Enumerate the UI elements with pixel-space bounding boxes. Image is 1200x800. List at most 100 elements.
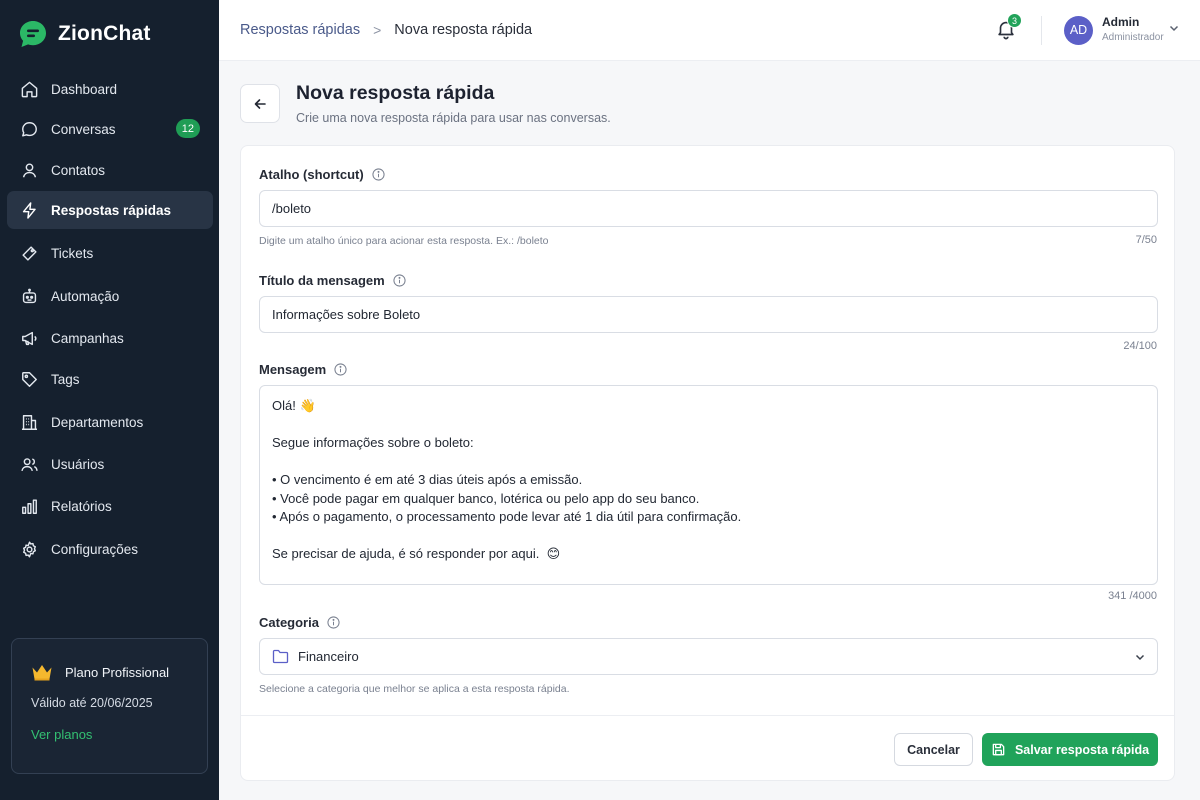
page-subtitle: Crie uma nova resposta rápida para usar … <box>296 111 611 125</box>
view-plans-link[interactable]: Ver planos <box>31 727 92 742</box>
sidebar-item-label: Respostas rápidas <box>51 202 172 218</box>
avatar: AD <box>1064 15 1093 45</box>
message-label: Mensagem <box>259 362 347 377</box>
robot-icon <box>22 288 37 303</box>
cancel-button[interactable]: Cancelar <box>894 733 973 766</box>
message-line: • Após o pagamento, o processamento pode… <box>272 509 742 524</box>
sidebar-item-label: Contatos <box>51 162 106 178</box>
chevron-down-icon <box>1169 25 1179 32</box>
message-line <box>272 416 1145 435</box>
user-info: Admin Administrador <box>1102 15 1164 45</box>
user-menu[interactable]: AD Admin Administrador <box>1064 15 1179 45</box>
sidebar-item-label: Configurações <box>51 541 139 557</box>
brand-name: ZionChat <box>58 22 151 45</box>
shortcut-hint: Digite um atalho único para acionar esta… <box>259 235 549 247</box>
sidebar-item-campanhas[interactable]: Campanhas <box>7 319 213 357</box>
sidebar-item-automacao[interactable]: Automação <box>7 277 213 315</box>
sidebar-item-label: Usuários <box>51 456 105 472</box>
header-divider <box>1041 16 1042 45</box>
sidebar-item-tickets[interactable]: Tickets <box>7 234 213 272</box>
message-line: Segue informações sobre o boleto: <box>272 435 474 450</box>
breadcrumb: Respostas rápidas > Nova resposta rápida <box>240 22 532 38</box>
title-label-text: Título da mensagem <box>259 273 385 288</box>
breadcrumb-parent-link[interactable]: Respostas rápidas <box>240 22 360 38</box>
back-button[interactable] <box>240 84 280 123</box>
save-button[interactable]: Salvar resposta rápida <box>982 733 1158 766</box>
shortcut-input[interactable]: /boleto <box>259 190 1158 227</box>
message-line: • Você pode pagar em qualquer banco, lot… <box>272 490 700 506</box>
category-hint: Selecione a categoria que melhor se apli… <box>259 683 570 695</box>
plan-card: Plano Profissional Válido até 20/06/2025… <box>11 638 208 774</box>
sidebar-item-label: Tickets <box>51 245 94 261</box>
message-label-text: Mensagem <box>259 362 327 377</box>
sidebar-item-label: Tags <box>51 371 80 387</box>
message-line: • O vencimento é em até 3 dias úteis apó… <box>272 472 583 487</box>
sidebar-item-label: Campanhas <box>51 330 124 346</box>
message-counter: 341 /4000 <box>1108 590 1157 602</box>
users-icon <box>21 457 38 471</box>
megaphone-icon <box>22 331 37 345</box>
gear-icon <box>23 541 36 557</box>
notifications-button[interactable]: 3 <box>995 13 1022 42</box>
plan-header: Plano Profissional <box>31 663 169 681</box>
save-icon <box>992 743 1005 756</box>
info-icon[interactable] <box>334 363 347 376</box>
unread-badge: 12 <box>175 119 200 138</box>
tag-icon <box>22 371 37 387</box>
save-button-label: Salvar resposta rápida <box>1014 742 1150 757</box>
sidebar-item-label: Automação <box>51 288 120 304</box>
sidebar-item-contatos[interactable]: Contatos <box>7 151 213 189</box>
category-select[interactable]: Financeiro <box>259 638 1158 675</box>
sidebar-item-usuarios[interactable]: Usuários <box>7 445 213 483</box>
breadcrumb-separator: > <box>373 22 382 38</box>
title-value: Informações sobre Boleto <box>272 307 421 322</box>
sidebar-item-label: Dashboard <box>51 81 118 97</box>
sidebar-item-conversas[interactable]: Conversas 12 <box>7 110 213 148</box>
info-icon[interactable] <box>372 168 385 181</box>
sidebar-item-departamentos[interactable]: Departamentos <box>7 403 213 441</box>
message-line <box>272 527 1145 546</box>
sidebar-item-label: Conversas <box>51 121 116 137</box>
shortcut-label: Atalho (shortcut) <box>259 167 385 182</box>
user-name: Admin <box>1102 15 1140 29</box>
category-value: Financeiro <box>298 649 359 664</box>
folder-icon <box>272 649 289 664</box>
bar-chart-icon <box>22 498 37 514</box>
sidebar-item-label: Departamentos <box>51 414 144 430</box>
quick-reply-form: Atalho (shortcut) /boleto Digite um atal… <box>240 145 1175 781</box>
shortcut-counter: 7/50 <box>1135 234 1157 246</box>
notifications-badge: 3 <box>1007 13 1022 28</box>
arrow-left-icon <box>254 98 266 109</box>
sidebar: ZionChat Dashboard Conversas 12 Contatos… <box>0 0 219 800</box>
lightning-icon <box>22 201 36 219</box>
info-icon[interactable] <box>327 616 340 629</box>
category-label: Categoria <box>259 615 340 630</box>
sidebar-item-configuracoes[interactable]: Configurações <box>7 530 213 568</box>
category-label-text: Categoria <box>259 615 319 630</box>
plan-title: Plano Profissional <box>65 664 170 680</box>
chevron-down-icon <box>1135 654 1145 661</box>
message-line: Se precisar de ajuda, é só responder por… <box>272 546 561 561</box>
sidebar-item-relatorios[interactable]: Relatórios <box>7 487 213 525</box>
info-icon[interactable] <box>393 274 406 287</box>
shortcut-value: /boleto <box>272 201 312 216</box>
top-header: Respostas rápidas > Nova resposta rápida… <box>219 0 1200 61</box>
message-line: Olá! 👋 <box>272 398 316 413</box>
page-title: Nova resposta rápida <box>296 82 495 104</box>
title-input[interactable]: Informações sobre Boleto <box>259 296 1158 333</box>
sidebar-item-respostas-rapidas[interactable]: Respostas rápidas <box>7 191 213 229</box>
user-role: Administrador <box>1102 32 1164 43</box>
sidebar-item-dashboard[interactable]: Dashboard <box>7 70 213 108</box>
sidebar-item-tags[interactable]: Tags <box>7 360 213 398</box>
breadcrumb-current: Nova resposta rápida <box>394 22 533 38</box>
home-icon <box>21 81 38 97</box>
brand[interactable]: ZionChat <box>18 19 151 49</box>
chat-logo-icon <box>20 21 46 47</box>
message-line <box>272 453 1145 472</box>
message-textarea[interactable]: Olá! 👋 Segue informações sobre o boleto:… <box>259 385 1158 585</box>
crown-icon <box>32 665 52 681</box>
user-icon <box>22 162 37 177</box>
shortcut-label-text: Atalho (shortcut) <box>259 167 364 182</box>
sidebar-item-label: Relatórios <box>51 498 112 514</box>
title-label: Título da mensagem <box>259 273 406 288</box>
